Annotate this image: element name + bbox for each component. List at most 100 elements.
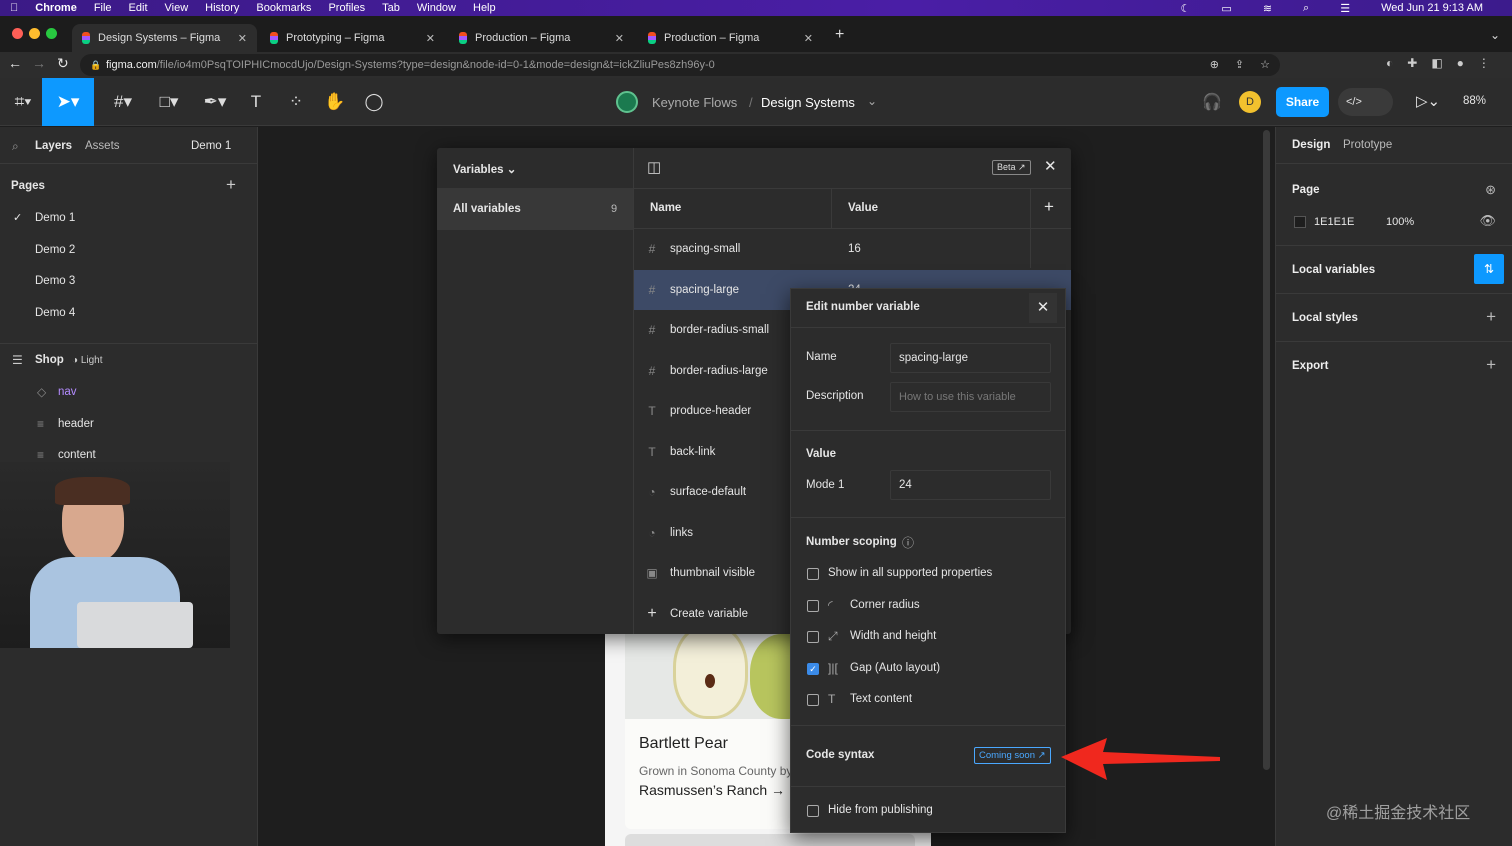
new-tab-button[interactable]: + <box>835 26 844 44</box>
menu-edit[interactable]: Edit <box>129 2 148 14</box>
close-tab-icon[interactable]: ✕ <box>238 32 247 45</box>
scope-checkbox[interactable] <box>807 631 819 644</box>
page-opacity[interactable]: 100% <box>1386 216 1414 228</box>
scope-checkbox[interactable] <box>807 599 819 612</box>
variables-title[interactable]: Variables ⌄ <box>453 162 516 176</box>
tab-layers[interactable]: Layers <box>35 140 72 152</box>
layer-content[interactable]: content <box>58 449 96 461</box>
menu-app[interactable]: Chrome <box>35 2 77 14</box>
page-select[interactable]: Demo 1 <box>191 140 231 152</box>
control-center-icon[interactable]: ☰ <box>1340 2 1350 15</box>
hand-tool-icon[interactable]: ✋ <box>316 78 354 126</box>
page-demo-2[interactable]: Demo 2 <box>35 244 75 256</box>
frame-tool-icon[interactable]: #▾ <box>104 78 142 126</box>
layer-shop[interactable]: Shop <box>35 354 64 366</box>
canvas-scrollbar[interactable] <box>1263 130 1270 770</box>
menu-profiles[interactable]: Profiles <box>328 2 365 14</box>
project-name[interactable]: Keynote Flows <box>652 95 737 110</box>
file-name[interactable]: Design Systems <box>761 95 855 110</box>
tab-prototyping[interactable]: Prototyping – Figma ✕ <box>260 24 445 52</box>
resources-icon[interactable]: ⁘ <box>277 78 315 126</box>
spotlight-icon[interactable]: ⌕ <box>1303 2 1309 15</box>
tab-production-2[interactable]: Production – Figma ✕ <box>638 24 823 52</box>
menu-help[interactable]: Help <box>473 2 496 14</box>
extensions-puzzle-icon[interactable]: ✚ <box>1407 56 1417 70</box>
menu-file[interactable]: File <box>94 2 112 14</box>
close-tab-icon[interactable]: ✕ <box>804 32 813 45</box>
dev-mode-toggle[interactable]: </> <box>1338 88 1393 116</box>
add-export-icon[interactable]: + <box>1486 355 1496 375</box>
text-tool-icon[interactable]: T <box>237 78 275 126</box>
present-play-icon[interactable]: ▷⌄ <box>1416 92 1440 110</box>
close-dialog-button[interactable]: ✕ <box>1029 293 1057 323</box>
pen-tool-icon[interactable]: ✒▾ <box>196 78 234 126</box>
extension-icon[interactable]: ◐ <box>1386 56 1393 70</box>
name-input[interactable]: spacing-large <box>890 343 1051 373</box>
menu-view[interactable]: View <box>165 2 189 14</box>
description-input[interactable]: How to use this variable <box>890 382 1051 412</box>
file-menu-chevron-icon[interactable]: ⌄ <box>867 94 877 108</box>
layer-nav[interactable]: nav <box>58 386 77 398</box>
avatar[interactable]: D <box>1239 91 1261 113</box>
page-demo-3[interactable]: Demo 3 <box>35 275 75 287</box>
tab-search-chevron-icon[interactable]: ⌄ <box>1490 28 1500 42</box>
scope-checkbox[interactable]: ✓ <box>807 662 819 675</box>
minimize-window-button[interactable] <box>29 28 40 39</box>
clock[interactable]: Wed Jun 21 9:13 AM <box>1381 2 1483 14</box>
address-bar[interactable]: 🔒 figma.com/file/io4m0PsqTOIPHICmocdUjo/… <box>80 54 1280 76</box>
open-variables-button[interactable]: ⇅ <box>1474 254 1504 284</box>
wifi-icon[interactable]: ≋ <box>1263 2 1272 15</box>
battery-icon[interactable]: ▭ <box>1221 2 1231 15</box>
more-icon[interactable]: ⋮ <box>1478 56 1490 70</box>
profile-avatar-icon[interactable]: ● <box>1457 56 1464 70</box>
collection-all-variables[interactable]: All variables 9 <box>437 188 633 230</box>
zoom-window-button[interactable] <box>46 28 57 39</box>
close-icon[interactable]: ✕ <box>1044 157 1057 175</box>
styles-icon[interactable]: ⊛ <box>1485 182 1496 198</box>
scope-checkbox[interactable] <box>807 568 819 580</box>
close-tab-icon[interactable]: ✕ <box>615 32 624 45</box>
search-icon[interactable]: ⌕ <box>12 139 19 154</box>
bookmark-star-icon[interactable]: ☆ <box>1260 54 1270 76</box>
page-color-value[interactable]: 1E1E1E <box>1314 216 1354 228</box>
mode-1-value-input[interactable]: 24 <box>890 470 1051 500</box>
sidepanel-icon[interactable]: ◧ <box>1431 56 1442 70</box>
share-icon[interactable]: ⇪ <box>1235 54 1244 76</box>
hide-from-publishing-checkbox[interactable] <box>807 805 819 817</box>
shape-tool-icon[interactable]: □▾ <box>150 78 188 126</box>
menu-window[interactable]: Window <box>417 2 456 14</box>
audio-headphones-icon[interactable]: 🎧 <box>1202 92 1222 112</box>
coming-soon-badge[interactable]: Coming soon ↗ <box>974 747 1051 764</box>
apple-icon[interactable]:  <box>10 2 18 14</box>
close-window-button[interactable] <box>12 28 23 39</box>
zoom-level[interactable]: 88% <box>1463 95 1486 107</box>
moon-icon[interactable]: ☾ <box>1181 2 1191 15</box>
comment-tool-icon[interactable]: ◯ <box>355 78 393 126</box>
card-link[interactable]: Rasmussen’s Ranch → <box>639 782 785 798</box>
menu-bookmarks[interactable]: Bookmarks <box>256 2 311 14</box>
share-button[interactable]: Share <box>1276 87 1329 117</box>
mode-badge[interactable]: ◑ Light <box>72 355 103 366</box>
tab-prototype[interactable]: Prototype <box>1343 139 1392 151</box>
forward-icon[interactable]: → <box>32 55 46 71</box>
beta-badge[interactable]: Beta ↗ <box>992 160 1031 175</box>
layer-header[interactable]: header <box>58 418 94 430</box>
add-style-icon[interactable]: + <box>1486 307 1496 327</box>
tab-production[interactable]: Production – Figma ✕ <box>449 24 634 52</box>
variable-row[interactable]: # spacing-small 16 <box>634 229 1071 269</box>
tab-assets[interactable]: Assets <box>85 140 120 152</box>
menu-history[interactable]: History <box>205 2 239 14</box>
page-demo-1[interactable]: Demo 1 <box>35 212 75 224</box>
add-mode-icon[interactable]: + <box>1044 197 1054 217</box>
figma-menu-icon[interactable]: ⌗▾ <box>4 78 42 126</box>
page-color-swatch[interactable] <box>1294 216 1306 228</box>
back-icon[interactable]: ← <box>8 55 22 71</box>
variable-value[interactable]: 16 <box>848 243 861 255</box>
move-tool-icon[interactable]: ➤▾ <box>42 78 94 126</box>
info-icon[interactable]: ⓘ <box>902 534 914 551</box>
menu-tab[interactable]: Tab <box>382 2 400 14</box>
tab-design-systems[interactable]: Design Systems – Figma ✕ <box>72 24 257 52</box>
tab-design[interactable]: Design <box>1292 139 1330 151</box>
eye-icon[interactable]: 👁 <box>1479 213 1496 229</box>
toggle-sidebar-icon[interactable]: ◫ <box>647 158 661 176</box>
